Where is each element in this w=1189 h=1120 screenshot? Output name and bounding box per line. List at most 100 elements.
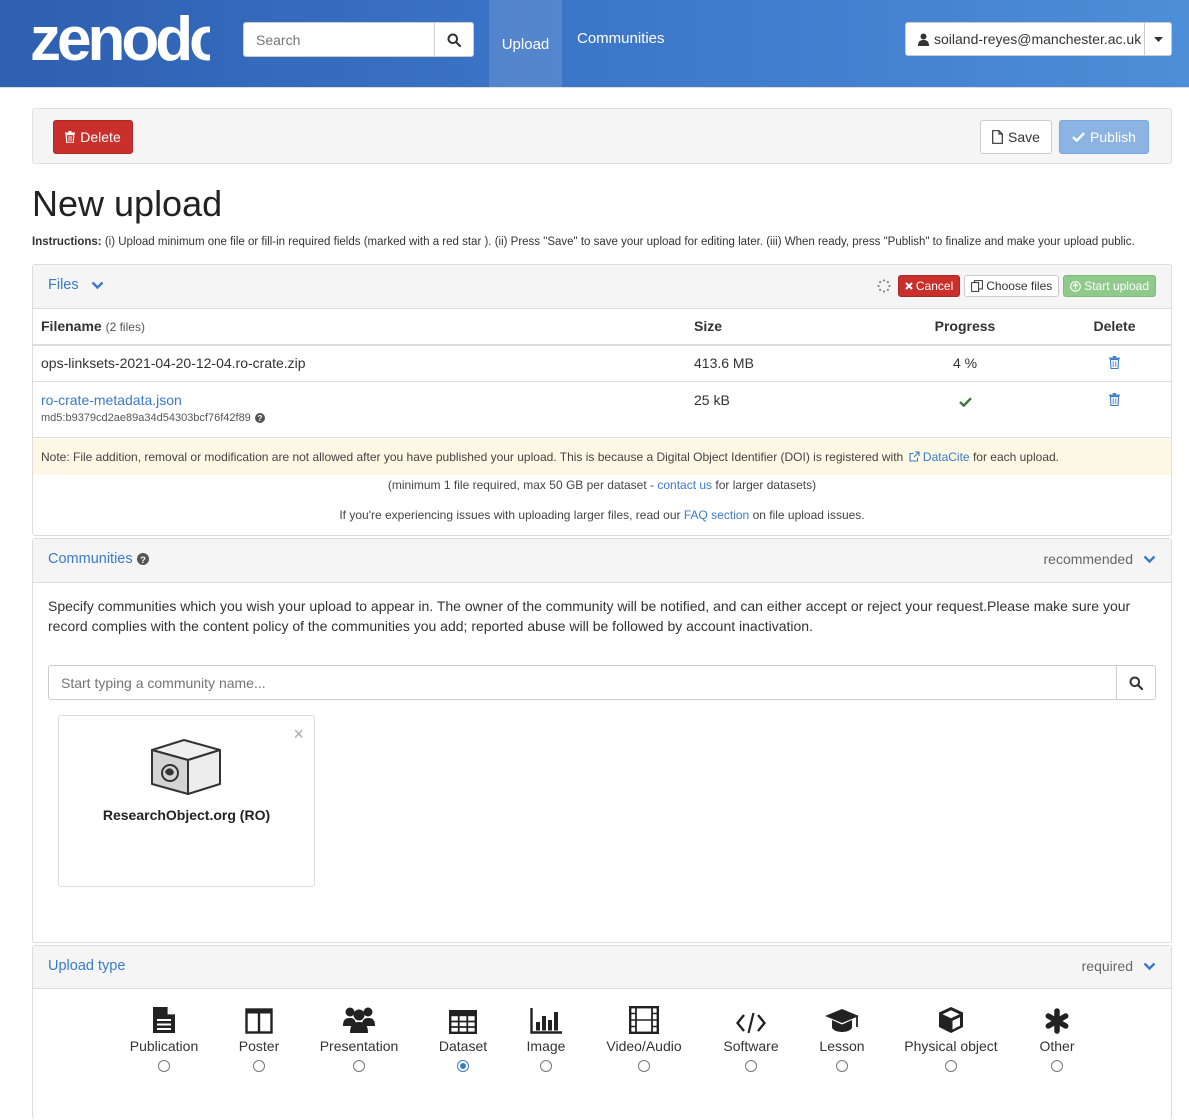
datacite-link[interactable]: DataCite [923, 450, 970, 464]
upload-type-lesson[interactable]: Lesson [787, 1000, 897, 1072]
chevron-down-icon [91, 281, 103, 289]
spinner-icon [877, 279, 891, 293]
user-menu[interactable]: soiland-reyes@manchester.ac.uk [905, 22, 1172, 56]
radio-button[interactable] [836, 1060, 848, 1072]
radio-button-selected[interactable] [457, 1060, 469, 1072]
cube-logo-icon [151, 739, 221, 795]
group-icon [343, 1007, 375, 1033]
communities-title-wrap: Communities ? [48, 551, 149, 567]
remove-community-icon[interactable]: × [293, 724, 304, 745]
save-button[interactable]: Save [980, 120, 1052, 154]
column-delete: Delete [1058, 308, 1171, 346]
files-table-header: Filename (2 files) Size Progress Delete [33, 308, 1171, 346]
publish-label: Publish [1090, 129, 1136, 145]
file-delete-cell [1058, 381, 1171, 438]
search-icon [1129, 676, 1143, 690]
start-upload-button[interactable]: Start upload [1063, 275, 1156, 297]
radio-button[interactable] [253, 1060, 265, 1072]
upload-type-panel-heading[interactable]: Upload type required [33, 946, 1171, 989]
file-icon [153, 1007, 175, 1033]
upload-type-presentation[interactable]: Presentation [304, 1000, 414, 1072]
radio-button[interactable] [540, 1060, 552, 1072]
instructions: Instructions: (i) Upload minimum one fil… [32, 236, 1135, 248]
upload-type-label: Publication [129, 1038, 199, 1054]
trash-icon[interactable] [1109, 356, 1120, 370]
column-progress: Progress [872, 308, 1058, 346]
doi-note: Note: File addition, removal or modifica… [33, 439, 1171, 475]
communities-panel-heading[interactable]: Communities ? recommended [33, 539, 1171, 583]
delete-button[interactable]: Delete [53, 120, 133, 154]
communities-description: Specify communities which you wish your … [48, 598, 1131, 634]
upload-type-publication[interactable]: Publication [109, 1000, 219, 1072]
nav-upload[interactable]: Upload [489, 0, 562, 88]
header-search-button[interactable] [434, 23, 473, 56]
top-navbar: zenodo Upload Communities soiland-reyes@… [0, 0, 1189, 88]
files-toolbar: Cancel Choose files Start upload [877, 275, 1156, 297]
chevron-down-icon[interactable] [1143, 962, 1156, 971]
upload-type-label: Image [526, 1038, 566, 1054]
question-circle-icon[interactable]: ? [254, 412, 265, 423]
files-panel-toggle[interactable]: Files [48, 277, 104, 293]
community-name: ResearchObject.org (RO) [102, 807, 271, 823]
search-icon [447, 33, 461, 47]
code-icon [736, 1012, 766, 1034]
upload-type-other[interactable]: Other [1002, 1000, 1112, 1072]
upload-type-label: Other [1039, 1038, 1075, 1054]
cancel-label: Cancel [915, 279, 954, 293]
issues-suffix: on file upload issues. [752, 508, 865, 522]
nav-communities[interactable]: Communities [577, 30, 665, 47]
user-email: soiland-reyes@manchester.ac.uk [934, 31, 1142, 47]
upload-type-video-audio[interactable]: Video/Audio [589, 1000, 699, 1072]
cancel-upload-button[interactable]: Cancel [897, 275, 961, 297]
svg-text:?: ? [257, 414, 262, 423]
communities-status: recommended [1043, 551, 1134, 567]
upload-issues: If you're experiencing issues with uploa… [33, 508, 1171, 522]
file-name-link[interactable]: ro-crate-metadata.json [41, 392, 678, 408]
community-search-input[interactable] [49, 666, 1117, 699]
page-title: New upload [32, 183, 223, 224]
contact-us-link[interactable]: contact us [657, 478, 712, 492]
copy-icon [971, 280, 984, 292]
radio-button[interactable] [945, 1060, 957, 1072]
chevron-down-icon[interactable] [1143, 555, 1156, 564]
column-size: Size [686, 308, 872, 346]
upload-type-label: Presentation [319, 1038, 399, 1054]
action-bar: Delete Save Publish [32, 108, 1172, 164]
radio-button[interactable] [158, 1060, 170, 1072]
radio-button[interactable] [745, 1060, 757, 1072]
question-circle-icon[interactable]: ? [136, 553, 149, 565]
file-count: (2 files) [105, 320, 145, 334]
radio-button[interactable] [638, 1060, 650, 1072]
community-search-button[interactable] [1116, 666, 1155, 699]
columns-icon [245, 1008, 273, 1034]
trash-icon[interactable] [1109, 392, 1120, 406]
header-search-input[interactable] [244, 23, 436, 56]
upload-type-label: Video/Audio [606, 1038, 682, 1054]
issues-text: If you're experiencing issues with uploa… [339, 508, 681, 522]
asterisk-icon [1045, 1008, 1069, 1034]
file-size: 413.6 MB [686, 345, 872, 382]
zenodo-logo[interactable]: zenodo [30, 5, 229, 75]
upload-circle-icon [1070, 280, 1082, 292]
upload-type-image[interactable]: Image [491, 1000, 601, 1072]
choose-files-button[interactable]: Choose files [964, 275, 1060, 297]
radio-button[interactable] [1051, 1060, 1063, 1072]
upload-type-physical-object[interactable]: Physical object [896, 1000, 1006, 1072]
upload-type-label: Physical object [904, 1038, 998, 1054]
communities-title: Communities [48, 551, 133, 567]
note-suffix: for each upload. [972, 450, 1059, 464]
table-row: ops-linksets-2021-04-20-12-04.ro-crate.z… [33, 345, 1171, 382]
radio-button[interactable] [353, 1060, 365, 1072]
upload-type-poster[interactable]: Poster [204, 1000, 314, 1072]
user-menu-toggle[interactable] [1144, 23, 1171, 55]
publish-button[interactable]: Publish [1059, 120, 1149, 154]
faq-link[interactable]: FAQ section [684, 508, 749, 522]
limits-text: (minimum 1 file required, max 50 GB per … [387, 478, 654, 492]
check-icon [1072, 132, 1085, 142]
file-limits: (minimum 1 file required, max 50 GB per … [33, 478, 1171, 492]
caret-down-icon [1153, 36, 1163, 42]
close-icon [905, 282, 913, 290]
file-size: 25 kB [686, 381, 872, 438]
file-icon [992, 130, 1003, 144]
bar-chart-icon [530, 1008, 562, 1034]
